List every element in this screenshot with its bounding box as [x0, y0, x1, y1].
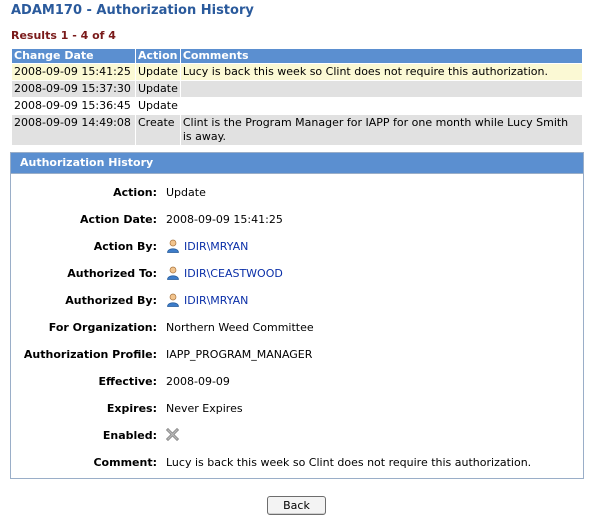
action-cell: Update: [136, 81, 180, 97]
comment-cell: [180, 98, 582, 114]
action-cell: Create: [136, 115, 180, 145]
action-by-label: Action By:: [93, 240, 157, 253]
detail-row-authorized-to: Authorized To: IDIR\CEASTWOOD: [11, 266, 583, 282]
detail-row-expires: Expires: Never Expires: [11, 401, 583, 417]
table-row[interactable]: 2008-09-09 15:37:30 Update: [12, 81, 582, 97]
page-title: ADAM170 - Authorization History: [11, 3, 254, 18]
enabled-label: Enabled:: [102, 429, 157, 442]
action-by-link[interactable]: IDIR\MRYAN: [184, 240, 248, 253]
history-table: Change Date Action Comments 2008-09-09 1…: [11, 48, 583, 146]
column-header-comments: Comments: [180, 49, 582, 63]
user-icon: [167, 239, 179, 253]
user-icon: [167, 266, 179, 280]
change-date-cell: 2008-09-09 15:37:30: [12, 81, 135, 97]
table-row[interactable]: 2008-09-09 15:36:45 Update: [12, 98, 582, 114]
table-row[interactable]: 2008-09-09 14:49:08 Create Clint is the …: [12, 115, 582, 145]
organization-value: Northern Weed Committee: [166, 321, 314, 334]
authorized-by-link[interactable]: IDIR\MRYAN: [184, 294, 248, 307]
authorized-by-label: Authorized By:: [65, 294, 157, 307]
comment-cell: Lucy is back this week so Clint does not…: [180, 64, 582, 80]
back-button[interactable]: Back: [267, 496, 326, 515]
user-icon: [167, 293, 179, 307]
expires-label: Expires:: [106, 402, 157, 415]
comment-value: Lucy is back this week so Clint does not…: [166, 456, 532, 469]
column-header-change-date: Change Date: [12, 49, 135, 63]
detail-row-profile: Authorization Profile: IAPP_PROGRAM_MANA…: [11, 347, 583, 363]
detail-row-comment: Comment: Lucy is back this week so Clint…: [11, 455, 583, 471]
effective-label: Effective:: [98, 375, 157, 388]
action-cell: Update: [136, 98, 180, 114]
x-icon: [166, 428, 179, 441]
authorized-to-value: IDIR\CEASTWOOD: [166, 266, 283, 282]
authorized-to-link[interactable]: IDIR\CEASTWOOD: [184, 267, 283, 280]
action-date-label: Action Date:: [80, 213, 157, 226]
action-date-value: 2008-09-09 15:41:25: [166, 213, 283, 226]
table-row[interactable]: 2008-09-09 15:41:25 Update Lucy is back …: [12, 64, 582, 80]
change-date-cell: 2008-09-09 15:41:25: [12, 64, 135, 80]
authorized-by-value: IDIR\MRYAN: [166, 293, 248, 309]
change-date-cell: 2008-09-09 15:36:45: [12, 98, 135, 114]
action-cell: Update: [136, 64, 180, 80]
detail-row-action: Action: Update: [11, 185, 583, 201]
detail-row-action-date: Action Date: 2008-09-09 15:41:25: [11, 212, 583, 228]
detail-row-authorized-by: Authorized By: IDIR\MRYAN: [11, 293, 583, 309]
detail-row-action-by: Action By: IDIR\MRYAN: [11, 239, 583, 255]
profile-label: Authorization Profile:: [23, 348, 157, 361]
effective-value: 2008-09-09: [166, 375, 230, 388]
action-label: Action:: [113, 186, 157, 199]
enabled-value: [166, 428, 179, 444]
detail-row-effective: Effective: 2008-09-09: [11, 374, 583, 390]
table-header-row: Change Date Action Comments: [12, 49, 582, 63]
column-header-action: Action: [136, 49, 180, 63]
change-date-cell: 2008-09-09 14:49:08: [12, 115, 135, 145]
comment-label: Comment:: [93, 456, 157, 469]
authorized-to-label: Authorized To:: [67, 267, 157, 280]
organization-label: For Organization:: [48, 321, 157, 334]
comment-cell: [180, 81, 582, 97]
action-by-value: IDIR\MRYAN: [166, 239, 248, 255]
expires-value: Never Expires: [166, 402, 243, 415]
results-count: Results 1 - 4 of 4: [11, 29, 116, 42]
action-value: Update: [166, 186, 206, 199]
profile-value: IAPP_PROGRAM_MANAGER: [166, 348, 313, 361]
authorization-detail-panel: Authorization History Action: Update Act…: [10, 152, 584, 479]
panel-heading: Authorization History: [11, 153, 583, 174]
detail-row-organization: For Organization: Northern Weed Committe…: [11, 320, 583, 336]
comment-cell: Clint is the Program Manager for IAPP fo…: [180, 115, 582, 145]
detail-row-enabled: Enabled:: [11, 428, 583, 444]
